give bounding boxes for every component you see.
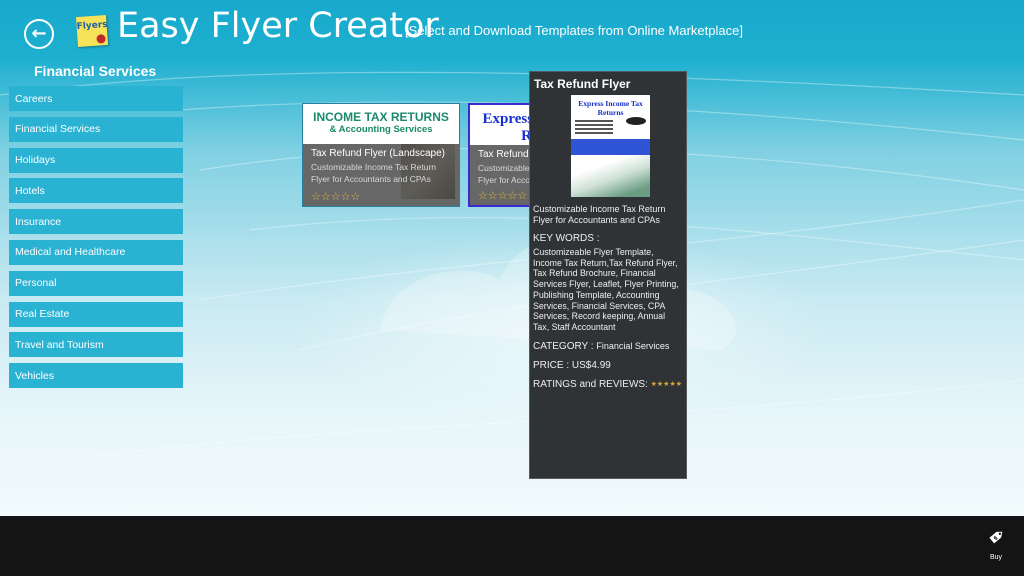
thumbnail-photo (571, 155, 650, 197)
price-label: PRICE : (533, 359, 570, 371)
keywords-text: Customizeable Flyer Template, Income Tax… (533, 247, 679, 332)
star-rating-icon: ★★★★★ (650, 380, 683, 388)
category-holidays[interactable]: Holidays (9, 147, 183, 173)
detail-title: Tax Refund Flyer (534, 77, 631, 91)
arrow-left-icon: ← (31, 23, 47, 44)
category-travel-and-tourism[interactable]: Travel and Tourism (9, 332, 183, 358)
star-rating-icon: ☆☆☆☆☆ (311, 190, 361, 203)
template-title: Tax Refund Flyer (Landscape) (311, 148, 445, 159)
app-title: Easy Flyer Creator (117, 6, 439, 46)
template-description: Customizable Income Tax Return Flyer for… (311, 162, 437, 184)
keywords-label: KEY WORDS : (533, 233, 600, 244)
category-vehicles[interactable]: Vehicles (9, 363, 183, 389)
price-tag-icon: $ (989, 531, 1003, 544)
category-financial-services[interactable]: Financial Services (9, 116, 183, 142)
ratings-row: RATINGS and REVIEWS: ★★★★★ (533, 379, 683, 390)
template-card[interactable]: INCOME TAX RETURNS & Accounting Services… (302, 103, 460, 207)
section-title: Financial Services (34, 63, 157, 79)
price-value: US$4.99 (571, 359, 611, 371)
ratings-label: RATINGS and REVIEWS: (533, 378, 648, 390)
price-row: PRICE : US$4.99 (533, 360, 683, 371)
star-rating-icon: ☆☆☆☆☆ (478, 189, 528, 202)
card-info-overlay: Tax Refund Flyer (Landscape) Customizabl… (303, 144, 459, 206)
category-medical-and-healthcare[interactable]: Medical and Healthcare (9, 239, 183, 265)
app-logo: Flyers (75, 14, 109, 48)
detail-thumbnail: Express Income Tax Returns (571, 95, 650, 197)
back-button[interactable]: ← (24, 19, 54, 49)
category-row: CATEGORY : Financial Services (533, 341, 683, 352)
category-label: CATEGORY : (533, 340, 594, 352)
ladybug-icon (96, 34, 106, 44)
app-bar: $ Buy (0, 516, 1024, 576)
logo-text: Flyers (76, 19, 108, 33)
buy-label: Buy (989, 554, 1003, 561)
template-detail-flyout: Tax Refund Flyer Express Income Tax Retu… (529, 71, 687, 479)
detail-description: Customizable Income Tax Return Flyer for… (533, 204, 666, 225)
category-insurance[interactable]: Insurance (9, 209, 183, 235)
e-file-badge (626, 117, 646, 125)
category-list: Careers Financial Services Holidays Hote… (9, 86, 183, 394)
category-value: Financial Services (596, 340, 670, 351)
category-personal[interactable]: Personal (9, 270, 183, 296)
category-hotels[interactable]: Hotels (9, 178, 183, 204)
buy-button[interactable]: $ Buy (982, 526, 1010, 561)
app-subtitle: [Select and Download Templates from Onli… (405, 23, 743, 38)
thumbnail-heading: INCOME TAX RETURNS (313, 110, 449, 124)
thumbnail-subheading: & Accounting Services (329, 124, 433, 135)
category-careers[interactable]: Careers (9, 86, 183, 111)
detail-thumbnail-heading: Express Income Tax Returns (578, 99, 643, 117)
category-real-estate[interactable]: Real Estate (9, 301, 183, 327)
thumbnail-contact-band (571, 139, 650, 155)
